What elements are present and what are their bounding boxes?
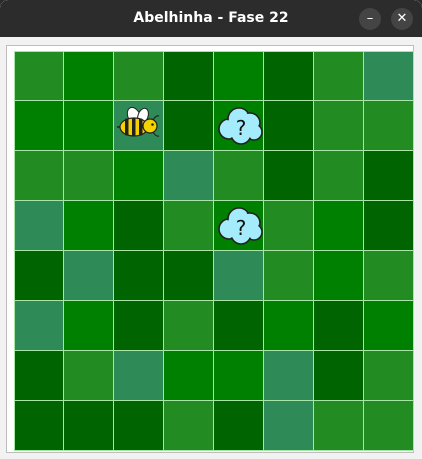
- board-cell[interactable]: [264, 251, 314, 301]
- board-cell[interactable]: [364, 351, 414, 401]
- board-cell[interactable]: [364, 51, 414, 101]
- question-mark-label: ?: [236, 116, 247, 140]
- bee-icon[interactable]: [114, 101, 164, 151]
- board-cell[interactable]: [114, 301, 164, 351]
- board-cell[interactable]: [264, 351, 314, 401]
- board-cell[interactable]: [264, 151, 314, 201]
- board-cell[interactable]: [14, 251, 64, 301]
- board-cell[interactable]: [214, 351, 264, 401]
- board-cell[interactable]: [114, 51, 164, 101]
- board-cell[interactable]: [314, 401, 364, 451]
- board-cell[interactable]: [114, 351, 164, 401]
- board-cell[interactable]: [164, 301, 214, 351]
- board-cell[interactable]: [164, 51, 214, 101]
- board-cell[interactable]: [314, 151, 364, 201]
- board-cell[interactable]: [264, 51, 314, 101]
- board-cell[interactable]: [364, 301, 414, 351]
- board-cell[interactable]: [64, 301, 114, 351]
- board-cell[interactable]: [114, 201, 164, 251]
- board-cell[interactable]: [64, 151, 114, 201]
- board-cell[interactable]: [314, 101, 364, 151]
- board-cell[interactable]: [314, 51, 364, 101]
- board-cell[interactable]: [14, 351, 64, 401]
- board-cell[interactable]: [64, 351, 114, 401]
- game-window: Abelhinha - Fase 22 – ✕ ??: [0, 0, 422, 459]
- board-cell[interactable]: [164, 151, 214, 201]
- board-cell[interactable]: [14, 301, 64, 351]
- game-board[interactable]: ??: [14, 51, 414, 451]
- board-cell[interactable]: [64, 201, 114, 251]
- board-cell[interactable]: [264, 401, 314, 451]
- board-cell[interactable]: [314, 301, 364, 351]
- board-cell[interactable]: [14, 51, 64, 101]
- board-cell[interactable]: ?: [214, 201, 264, 251]
- window-content: ??: [0, 37, 422, 459]
- board-cell[interactable]: ?: [214, 101, 264, 151]
- question-mark-label: ?: [236, 216, 247, 240]
- board-cell[interactable]: [214, 151, 264, 201]
- board-cell[interactable]: [114, 401, 164, 451]
- board-cell[interactable]: [264, 101, 314, 151]
- question-cloud-icon[interactable]: ?: [214, 101, 264, 151]
- board-cell[interactable]: [214, 301, 264, 351]
- board-cell[interactable]: [314, 201, 364, 251]
- board-frame: ??: [6, 45, 414, 453]
- board-cell[interactable]: [114, 101, 164, 151]
- board-cell[interactable]: [364, 101, 414, 151]
- board-cell[interactable]: [214, 251, 264, 301]
- board-cell[interactable]: [164, 251, 214, 301]
- board-cell[interactable]: [114, 251, 164, 301]
- board-cell[interactable]: [64, 101, 114, 151]
- close-button[interactable]: ✕: [391, 8, 413, 30]
- board-cell[interactable]: [264, 301, 314, 351]
- board-cell[interactable]: [164, 351, 214, 401]
- board-cell[interactable]: [364, 401, 414, 451]
- board-cell[interactable]: [64, 401, 114, 451]
- board-cell[interactable]: [264, 201, 314, 251]
- board-cell[interactable]: [64, 51, 114, 101]
- board-cell[interactable]: [14, 401, 64, 451]
- board-cell[interactable]: [364, 201, 414, 251]
- question-cloud-icon[interactable]: ?: [214, 201, 264, 251]
- board-cell[interactable]: [14, 101, 64, 151]
- board-cell[interactable]: [164, 201, 214, 251]
- board-cell[interactable]: [364, 251, 414, 301]
- board-cell[interactable]: [314, 351, 364, 401]
- board-cell[interactable]: [164, 401, 214, 451]
- board-cell[interactable]: [114, 151, 164, 201]
- board-cell[interactable]: [14, 151, 64, 201]
- title-bar[interactable]: Abelhinha - Fase 22 – ✕: [0, 0, 422, 37]
- board-cell[interactable]: [214, 51, 264, 101]
- board-cell[interactable]: [64, 251, 114, 301]
- board-cell[interactable]: [14, 201, 64, 251]
- board-cell[interactable]: [364, 151, 414, 201]
- board-cell[interactable]: [164, 101, 214, 151]
- board-cell[interactable]: [314, 251, 364, 301]
- board-cell[interactable]: [214, 401, 264, 451]
- minimize-button[interactable]: –: [359, 8, 381, 30]
